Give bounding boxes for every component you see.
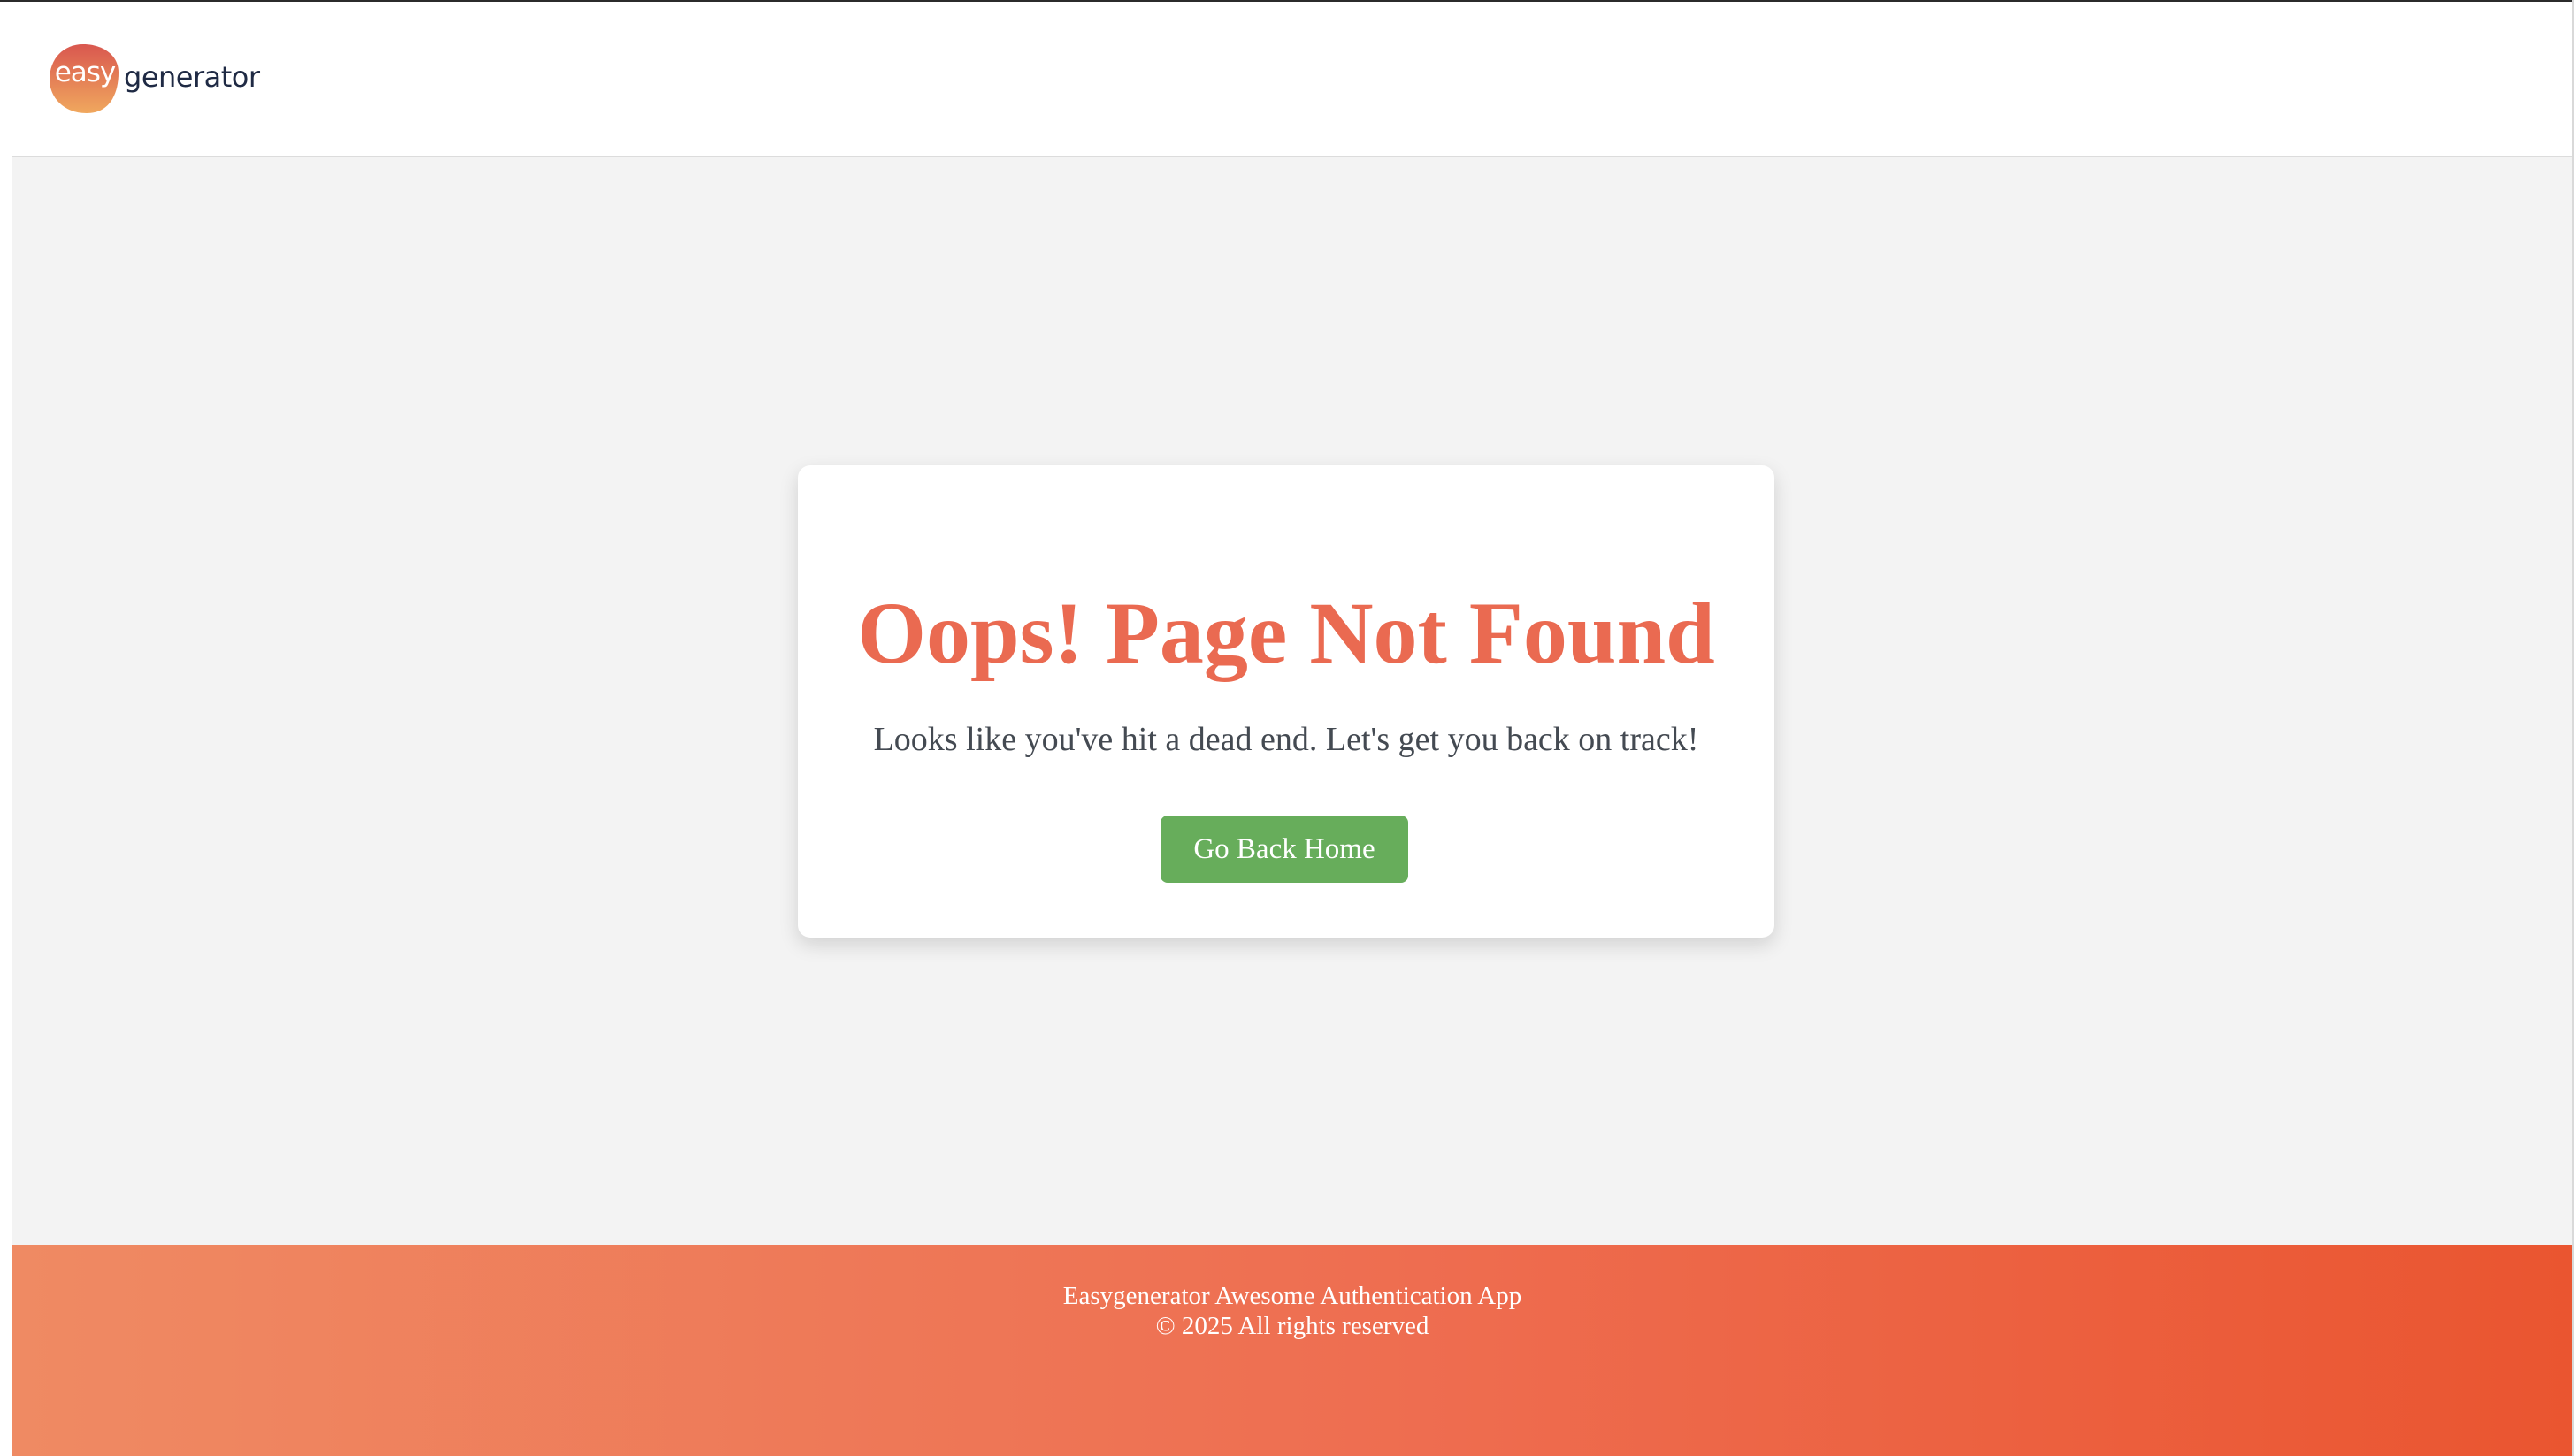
go-back-home-button[interactable]: Go Back Home xyxy=(1161,816,1408,883)
logo-generator-text: generator xyxy=(124,60,260,94)
page-footer: Easygenerator Awesome Authentication App… xyxy=(12,1245,2572,1456)
logo-easy-text: easy xyxy=(54,57,117,88)
page-title: Oops! Page Not Found xyxy=(857,584,1715,682)
logo-blob-icon: easy xyxy=(48,42,122,115)
not-found-message: Looks like you've hit a dead end. Let's … xyxy=(873,721,1699,758)
footer-app-name: Easygenerator Awesome Authentication App xyxy=(1062,1282,1522,1310)
footer-copyright: © 2025 All rights reserved xyxy=(1155,1312,1429,1340)
top-header: easy generator xyxy=(12,2,2572,157)
not-found-card: Oops! Page Not Found Looks like you've h… xyxy=(798,465,1774,938)
main-content: Oops! Page Not Found Looks like you've h… xyxy=(12,157,2572,1245)
brand-logo-link[interactable]: easy generator xyxy=(48,42,260,115)
app-root: easy generator Oops! Page Not Found Look… xyxy=(12,2,2572,1456)
